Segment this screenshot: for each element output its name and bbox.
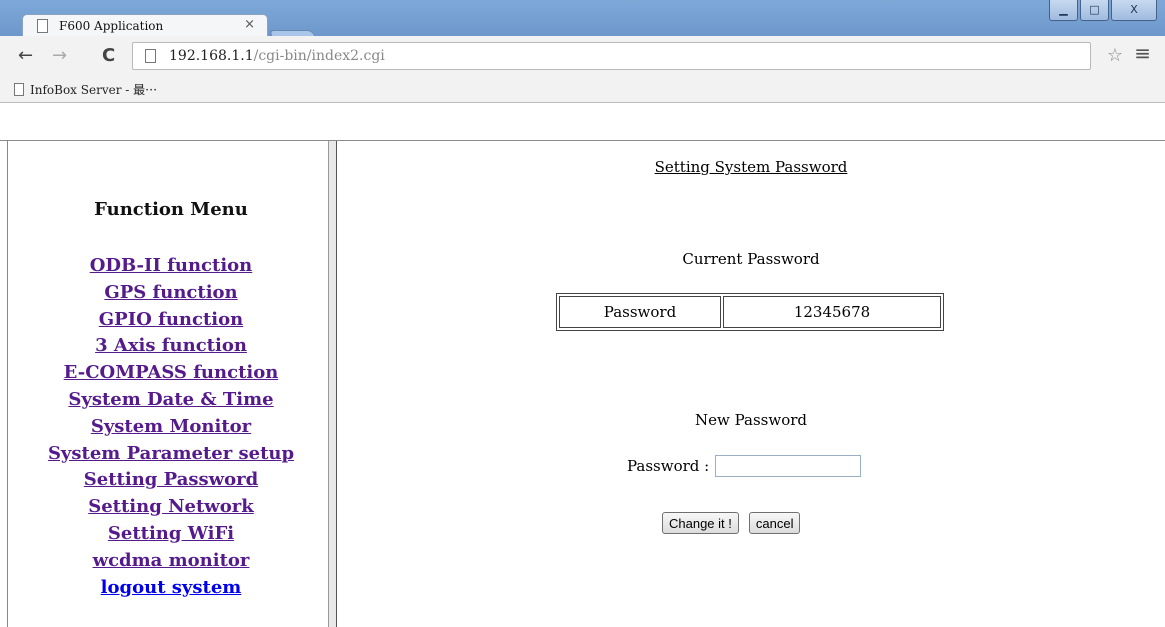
close-window-icon[interactable]: X [1111,0,1157,21]
menu-link-logout[interactable]: logout system [1,575,341,602]
forward-icon[interactable]: → [52,45,67,66]
menu-link-odb[interactable]: ODB-II function [1,253,341,280]
window-controls: ▁ □ X [1047,0,1157,22]
bookmark-label: InfoBox Server - 最⋯ [30,83,158,97]
menu-link-gps[interactable]: GPS function [1,280,341,307]
browser-tab[interactable]: F600 Application × [22,14,268,37]
browser-toolbar: ← → C 192.168.1.1/cgi-bin/index2.cgi ☆ ≡… [0,36,1165,103]
back-icon[interactable]: ← [18,45,33,66]
menu-heading: Function Menu [94,199,248,220]
menu-link-setting-network[interactable]: Setting Network [1,494,341,521]
bookmark-item[interactable]: InfoBox Server - 最⋯ [14,81,157,98]
menu-link-date-time[interactable]: System Date & Time [1,387,341,414]
menu-link-wcdma-monitor[interactable]: wcdma monitor [1,548,341,575]
button-row: Change it ! cancel [662,512,801,534]
password-label-cell: Password [559,296,721,328]
page-icon [37,19,48,33]
page-icon [145,49,156,63]
current-password-table: Password 12345678 [556,293,944,331]
password-value-cell: 12345678 [723,296,941,328]
menu-link-ecompass[interactable]: E-COMPASS function [1,360,341,387]
url-text: 192.168.1.1/cgi-bin/index2.cgi [169,48,385,64]
new-password-label: Password : [627,457,710,475]
new-password-input[interactable] [715,455,862,477]
bookmark-star-icon[interactable]: ☆ [1107,45,1123,66]
menu-link-system-monitor[interactable]: System Monitor [1,414,341,441]
function-menu: ODB-II function GPS function GPIO functi… [1,253,341,601]
new-password-row: Password : [627,455,862,477]
current-password-heading: Current Password [682,250,820,268]
maximize-icon[interactable]: □ [1080,0,1109,21]
page-title: Setting System Password [654,158,848,176]
url-host: 192.168.1.1 [169,48,254,64]
menu-link-setting-wifi[interactable]: Setting WiFi [1,521,341,548]
cancel-button[interactable]: cancel [748,512,801,534]
menu-link-setting-password[interactable]: Setting Password [1,467,341,494]
window-titlebar: F600 Application × ▁ □ X [0,0,1165,46]
change-password-button[interactable]: Change it ! [662,512,739,534]
minimize-icon[interactable]: ▁ [1049,0,1078,21]
function-menu-frame: Function Menu ODB-II function GPS functi… [7,141,328,627]
menu-link-parameter-setup[interactable]: System Parameter setup [1,441,341,468]
tab-title: F600 Application [59,19,164,33]
chrome-menu-icon[interactable]: ≡ [1134,41,1151,65]
new-password-heading: New Password [694,411,807,429]
menu-link-gpio[interactable]: GPIO function [1,307,341,334]
menu-link-3axis[interactable]: 3 Axis function [1,333,341,360]
page-icon [14,83,24,96]
url-path: /cgi-bin/index2.cgi [253,48,385,64]
tab-close-icon[interactable]: × [244,17,255,32]
address-bar[interactable]: 192.168.1.1/cgi-bin/index2.cgi ☆ [132,42,1123,70]
reload-icon[interactable]: C [102,45,115,66]
content-frame: Setting System Password Current Password… [337,141,1165,627]
